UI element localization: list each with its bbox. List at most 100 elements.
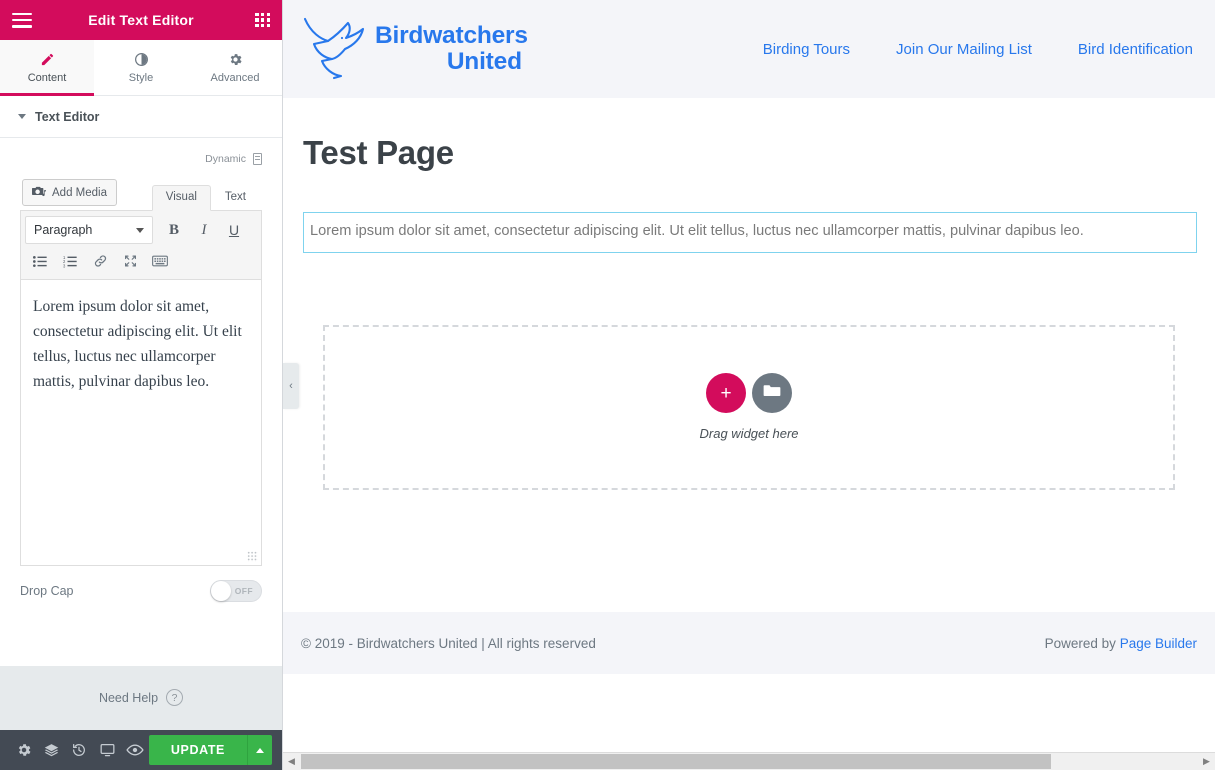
folder-icon xyxy=(763,383,781,403)
chevron-up-icon xyxy=(256,747,264,753)
text-editor-widget-content: Lorem ipsum dolor sit amet, consectetur … xyxy=(310,223,1084,239)
scrollbar-thumb[interactable] xyxy=(301,754,1051,769)
panel-title: Edit Text Editor xyxy=(88,12,194,28)
nav-join-our-mailing-list[interactable]: Join Our Mailing List xyxy=(896,41,1032,58)
site-footer: © 2019 - Birdwatchers United | All right… xyxy=(283,612,1215,674)
elementor-editor-root: Edit Text Editor Content Style Advanced … xyxy=(0,0,1215,770)
drop-cap-state: OFF xyxy=(234,586,253,596)
wp-editor-toolbar: Paragraph B I U 1 2 3 xyxy=(21,211,261,280)
dynamic-tags-row[interactable]: Dynamic xyxy=(20,150,262,168)
scroll-left-arrow-icon[interactable]: ◀ xyxy=(283,753,300,770)
preview-eye-icon[interactable] xyxy=(121,730,149,770)
wp-editor: Paragraph B I U 1 2 3 Lorem ipsum dolor … xyxy=(20,210,262,566)
site-nav: Birding Tours Join Our Mailing List Bird… xyxy=(763,41,1197,58)
chevron-down-icon xyxy=(136,227,144,233)
editor-content-text: Lorem ipsum dolor sit amet, consectetur … xyxy=(33,298,242,391)
plus-icon: + xyxy=(720,382,732,404)
tab-advanced-label: Advanced xyxy=(210,71,260,84)
dynamic-label: Dynamic xyxy=(205,153,246,165)
editor-tab-text[interactable]: Text xyxy=(211,185,260,211)
bold-icon[interactable]: B xyxy=(159,216,189,244)
elementor-panel: Edit Text Editor Content Style Advanced … xyxy=(0,0,283,770)
footer-powered-by: Powered by Page Builder xyxy=(1045,636,1197,651)
logo-line-2: United xyxy=(446,48,522,75)
responsive-monitor-icon[interactable] xyxy=(93,730,121,770)
section-text-editor[interactable]: Text Editor xyxy=(0,96,282,138)
grid-icon[interactable] xyxy=(255,12,270,28)
fullscreen-icon[interactable] xyxy=(115,247,145,275)
database-icon[interactable] xyxy=(253,153,262,165)
tab-advanced[interactable]: Advanced xyxy=(188,40,282,95)
drop-cap-toggle[interactable]: OFF xyxy=(210,580,262,602)
underline-icon[interactable]: U xyxy=(219,216,249,244)
tab-content[interactable]: Content xyxy=(0,40,94,96)
update-button[interactable]: UPDATE xyxy=(148,735,247,765)
preview-frame: Birdwatchers United Birding Tours Join O… xyxy=(283,0,1215,770)
dove-bird-icon xyxy=(301,11,367,88)
nav-birding-tours[interactable]: Birding Tours xyxy=(763,41,850,58)
add-media-button[interactable]: Add Media xyxy=(22,179,117,206)
powered-by-prefix: Powered by xyxy=(1044,635,1120,651)
chevron-left-icon: ‹ xyxy=(289,379,293,392)
gear-icon xyxy=(228,52,243,67)
nav-bird-identification[interactable]: Bird Identification xyxy=(1078,41,1193,58)
site-logo-text: Birdwatchers United xyxy=(375,21,528,76)
control-drop-cap: Drop Cap OFF xyxy=(0,566,282,618)
site-header: Birdwatchers United Birding Tours Join O… xyxy=(283,0,1215,98)
wp-editor-media-row: Add Media Visual Text xyxy=(20,174,262,211)
page-builder-link[interactable]: Page Builder xyxy=(1120,636,1197,651)
contrast-icon xyxy=(134,52,149,67)
question-circle-icon: ? xyxy=(166,689,184,707)
editor-tab-visual[interactable]: Visual xyxy=(151,184,211,211)
pencil-icon xyxy=(40,52,55,67)
format-select[interactable]: Paragraph xyxy=(25,216,153,244)
site-main: Test Page Lorem ipsum dolor sit amet, co… xyxy=(283,98,1215,612)
history-revisions-icon[interactable] xyxy=(66,730,94,770)
wp-editor-mode-tabs: Visual Text xyxy=(151,184,260,211)
toolbar-toggle-icon[interactable] xyxy=(145,247,175,275)
link-icon[interactable] xyxy=(85,247,115,275)
add-media-label: Add Media xyxy=(52,186,107,199)
italic-icon[interactable]: I xyxy=(189,216,219,244)
update-button-group: UPDATE xyxy=(148,735,272,765)
preview-horizontal-scrollbar[interactable]: ◀ ▶ xyxy=(283,752,1215,770)
add-section-button[interactable]: + xyxy=(706,373,746,414)
site-logo[interactable]: Birdwatchers United xyxy=(301,11,528,88)
camera-music-icon xyxy=(32,185,46,201)
tab-content-label: Content xyxy=(27,71,67,84)
resize-grip-icon[interactable] xyxy=(247,551,258,562)
bulleted-list-icon[interactable] xyxy=(25,247,55,275)
svg-text:3: 3 xyxy=(63,263,66,268)
panel-header: Edit Text Editor xyxy=(0,0,282,40)
panel-tabs: Content Style Advanced xyxy=(0,40,282,96)
chevron-down-icon xyxy=(18,114,26,119)
panel-collapse-handle[interactable]: ‹ xyxy=(283,363,299,409)
scrollbar-track[interactable] xyxy=(300,753,1198,770)
panel-controls: Dynamic Add Media Visual Text Paragraph … xyxy=(0,138,282,666)
settings-gear-icon[interactable] xyxy=(10,730,38,770)
add-template-button[interactable] xyxy=(752,373,792,414)
text-editor-widget[interactable]: Lorem ipsum dolor sit amet, consectetur … xyxy=(303,212,1197,253)
tab-style-label: Style xyxy=(128,71,154,84)
dropzone-buttons: + xyxy=(706,373,792,414)
update-options-button[interactable] xyxy=(247,735,272,765)
need-help-label: Need Help xyxy=(98,690,159,705)
hamburger-icon[interactable] xyxy=(12,12,32,28)
section-label: Text Editor xyxy=(35,109,100,124)
panel-footer: UPDATE xyxy=(0,730,282,770)
navigator-layers-icon[interactable] xyxy=(38,730,66,770)
scroll-right-arrow-icon[interactable]: ▶ xyxy=(1198,753,1215,770)
drag-widget-dropzone[interactable]: + Drag widget here xyxy=(323,324,1175,490)
dropzone-label: Drag widget here xyxy=(699,426,799,442)
page-title: Test Page xyxy=(303,134,454,171)
need-help-button[interactable]: Need Help ? xyxy=(98,689,184,707)
logo-line-1: Birdwatchers xyxy=(375,21,528,49)
preview-bottom-spacer xyxy=(283,674,1215,752)
drop-cap-label: Drop Cap xyxy=(20,584,74,598)
tab-style[interactable]: Style xyxy=(94,40,188,95)
format-select-value: Paragraph xyxy=(34,223,93,237)
numbered-list-icon[interactable]: 1 2 3 xyxy=(55,247,85,275)
footer-copyright: © 2019 - Birdwatchers United | All right… xyxy=(301,635,596,651)
site-content: Birdwatchers United Birding Tours Join O… xyxy=(283,0,1215,752)
editor-content-area[interactable]: Lorem ipsum dolor sit amet, consectetur … xyxy=(21,280,261,565)
